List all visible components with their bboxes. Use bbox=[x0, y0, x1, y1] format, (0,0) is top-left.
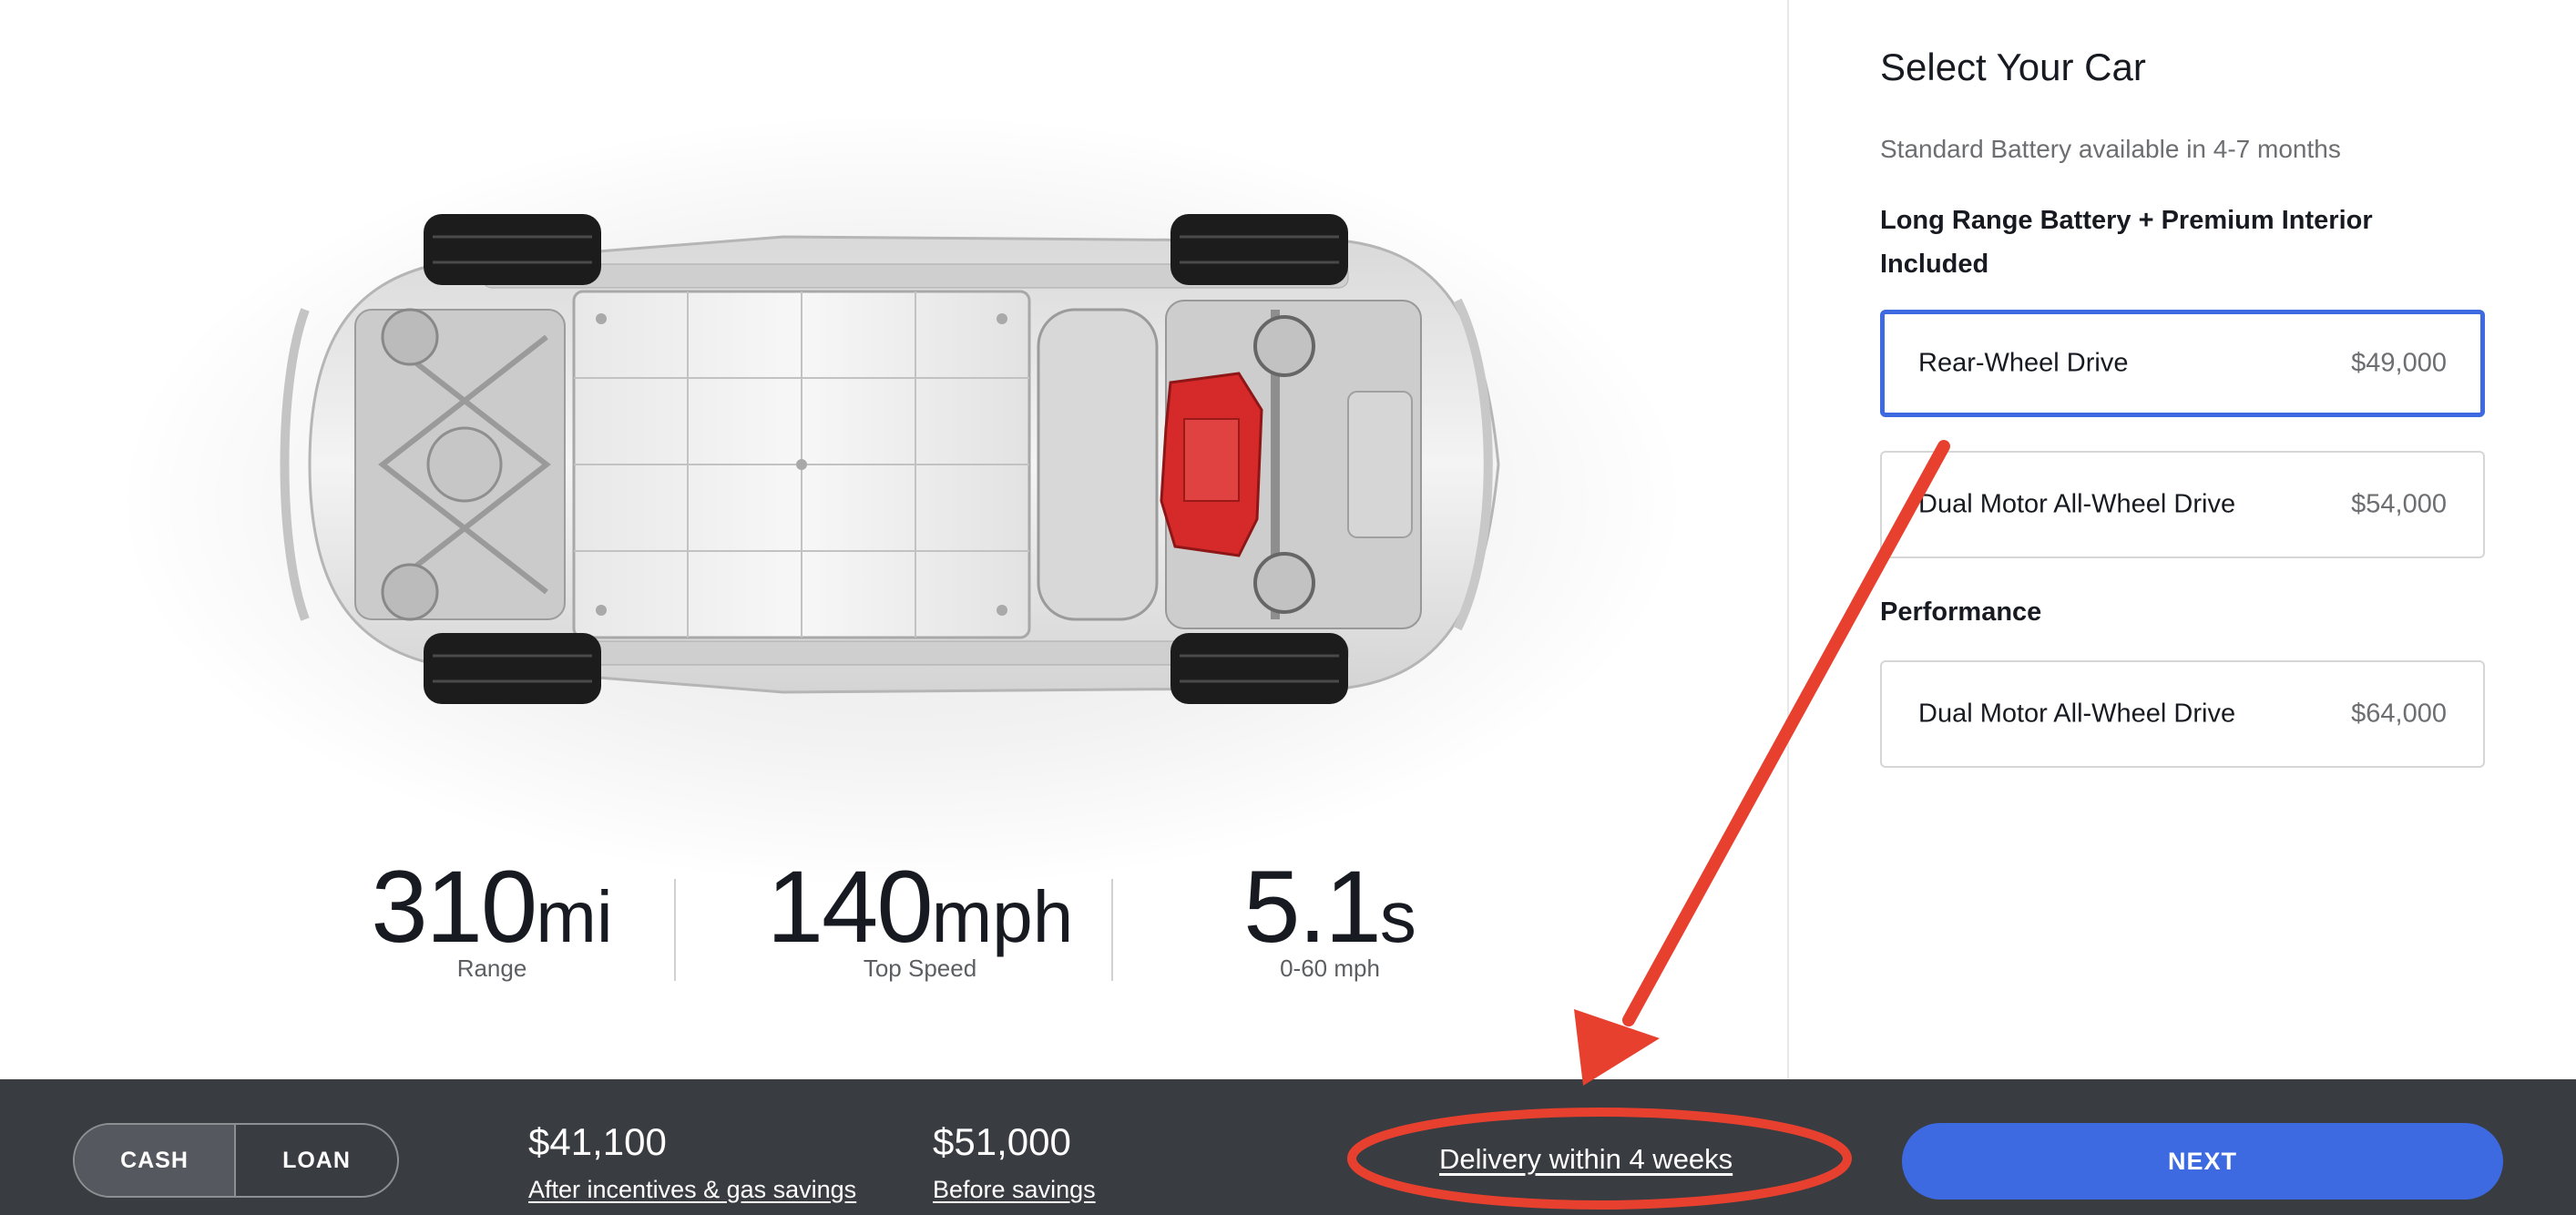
performance-stats: 310mi Range 140mph Top Speed 5.1s 0-60 m… bbox=[301, 856, 1485, 984]
next-button[interactable]: NEXT bbox=[1902, 1123, 2503, 1200]
price-after-link[interactable]: After incentives & gas savings bbox=[528, 1176, 856, 1204]
stat-acceleration: 5.1s 0-60 mph bbox=[1175, 856, 1485, 983]
stat-divider bbox=[1111, 879, 1113, 981]
payment-toggle: CASH LOAN bbox=[73, 1123, 399, 1198]
price-after-amount: $41,100 bbox=[528, 1120, 667, 1163]
option-price: $49,000 bbox=[2351, 348, 2447, 378]
car-visual-area: 310mi Range 140mph Top Speed 5.1s 0-60 m… bbox=[0, 0, 1787, 1079]
stat-accel-label: 0-60 mph bbox=[1280, 955, 1380, 982]
car-chassis-illustration bbox=[280, 214, 1500, 704]
bottom-bar: CASH LOAN $41,100 After incentives & gas… bbox=[0, 1079, 2576, 1215]
price-after-savings: $41,100 After incentives & gas savings bbox=[528, 1123, 856, 1204]
stat-divider bbox=[674, 879, 676, 981]
option-name: Dual Motor All-Wheel Drive bbox=[1918, 699, 2236, 729]
option-price: $64,000 bbox=[2351, 699, 2447, 729]
stat-range: 310mi Range bbox=[337, 856, 647, 983]
stat-accel-unit: s bbox=[1379, 876, 1416, 957]
page-title: Select Your Car bbox=[1880, 46, 2146, 88]
option-name: Dual Motor All-Wheel Drive bbox=[1918, 489, 2236, 519]
stat-top-speed: 140mph Top Speed bbox=[720, 856, 1120, 983]
price-before-amount: $51,000 bbox=[933, 1120, 1071, 1163]
stat-range-value: 310 bbox=[371, 850, 537, 964]
availability-note: Standard Battery available in 4-7 months bbox=[1880, 135, 2341, 163]
option-performance-awd[interactable]: Dual Motor All-Wheel Drive $64,000 bbox=[1880, 660, 2485, 768]
group-label-performance: Performance bbox=[1880, 597, 2042, 627]
loan-toggle-button[interactable]: LOAN bbox=[236, 1125, 397, 1196]
price-before-savings: $51,000 Before savings bbox=[933, 1123, 1096, 1204]
stat-range-unit: mi bbox=[536, 876, 613, 957]
cash-toggle-button[interactable]: CASH bbox=[75, 1125, 236, 1196]
option-long-range-awd[interactable]: Dual Motor All-Wheel Drive $54,000 bbox=[1880, 451, 2485, 558]
panel-divider bbox=[1787, 0, 1789, 1079]
option-price: $54,000 bbox=[2351, 489, 2447, 519]
stat-speed-unit: mph bbox=[931, 876, 1074, 957]
option-long-range-rwd[interactable]: Rear-Wheel Drive $49,000 bbox=[1880, 310, 2485, 417]
price-before-link[interactable]: Before savings bbox=[933, 1176, 1096, 1204]
group-label-long-range: Long Range Battery + Premium Interior In… bbox=[1880, 206, 2373, 279]
option-name: Rear-Wheel Drive bbox=[1918, 348, 2129, 378]
delivery-estimate-link[interactable]: Delivery within 4 weeks bbox=[1439, 1143, 1733, 1176]
stat-speed-value: 140 bbox=[766, 850, 934, 964]
stat-accel-value: 5.1 bbox=[1243, 850, 1382, 964]
